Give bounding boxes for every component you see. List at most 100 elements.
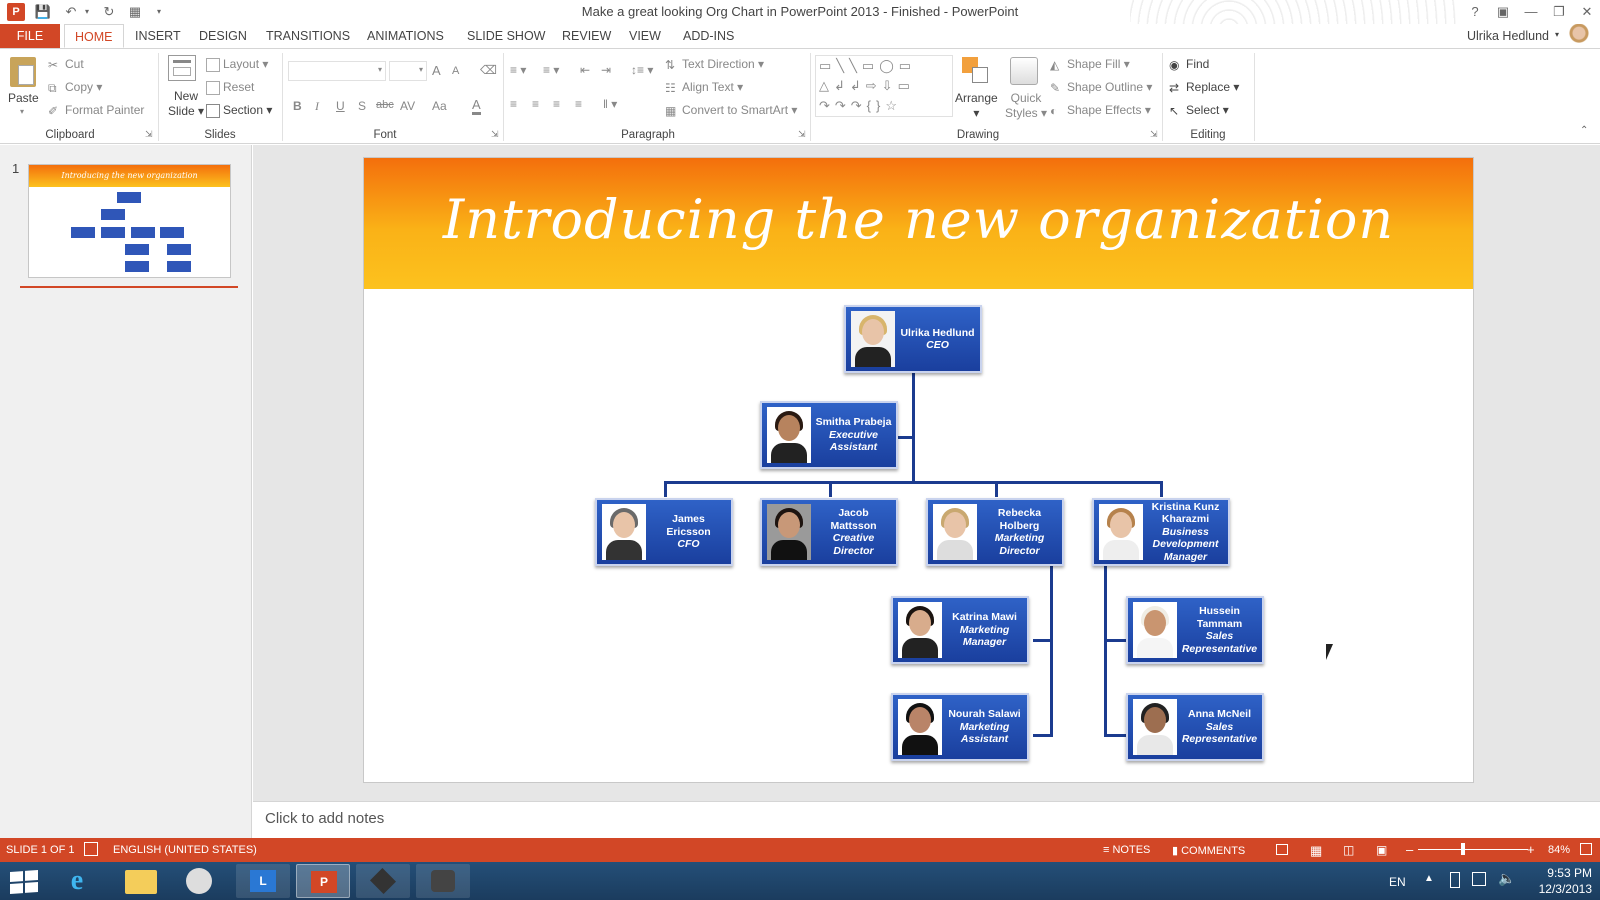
org-card-marketing-director[interactable]: Rebecka Holberg Marketing Director [926, 498, 1064, 566]
tab-review[interactable]: REVIEW [552, 24, 621, 48]
shape-effects-button[interactable]: ◐ Shape Effects ▾ [1050, 103, 1151, 118]
bullets-icon[interactable]: ≡ ▾ [510, 63, 526, 77]
font-size-box[interactable]: ▾ [389, 61, 427, 81]
save-icon[interactable]: 💾 [34, 3, 52, 21]
align-center-icon[interactable]: ≡ [532, 97, 539, 111]
clock-time[interactable]: 9:53 PM [1534, 866, 1592, 880]
zoom-level[interactable]: 84% [1548, 844, 1570, 856]
quick-styles-button[interactable]: Quick Styles ▾ [1005, 91, 1047, 121]
text-shadow-button[interactable]: S [358, 99, 366, 113]
video-app-taskbar-button[interactable] [356, 864, 410, 898]
collapse-ribbon-icon[interactable]: ⌃ [1580, 125, 1588, 136]
lync-taskbar-button[interactable]: L [236, 864, 290, 898]
columns-icon[interactable]: ‖ ▾ [603, 97, 617, 111]
clock-date[interactable]: 12/3/2013 [1526, 882, 1592, 896]
start-from-beginning-icon[interactable]: ▦ [126, 3, 144, 21]
align-left-icon[interactable]: ≡ [510, 97, 517, 111]
tab-add-ins[interactable]: ADD-INS [673, 24, 744, 48]
zoom-in-button[interactable]: + [1527, 842, 1535, 857]
org-card-business-development[interactable]: Kristina Kunz Kharazmi Business Developme… [1092, 498, 1230, 566]
drawing-launcher-icon[interactable]: ⇲ [1150, 129, 1158, 140]
underline-button[interactable]: U [336, 99, 345, 113]
section-button[interactable]: Section ▾ [206, 103, 272, 118]
comments-toggle[interactable]: ▮ COMMENTS [1172, 844, 1245, 857]
font-name-box[interactable]: ▾ [288, 61, 386, 81]
format-painter-button[interactable]: ✐ Format Painter [48, 103, 144, 118]
cut-button[interactable]: ✂ Cut [48, 57, 84, 72]
quick-styles-icon[interactable] [1010, 57, 1038, 85]
grow-font-button[interactable]: A [432, 63, 441, 78]
new-slide-icon[interactable] [168, 55, 196, 81]
internet-explorer-icon[interactable]: e [62, 866, 92, 896]
minimize-icon[interactable]: — [1522, 3, 1540, 21]
paragraph-launcher-icon[interactable]: ⇲ [798, 129, 806, 140]
redo-icon[interactable]: ↻ [100, 3, 118, 21]
change-case-button[interactable]: Aa [432, 99, 447, 113]
tab-file[interactable]: FILE [0, 24, 60, 48]
text-direction-button[interactable]: ⇅ Text Direction ▾ [665, 57, 764, 72]
reading-view-icon[interactable]: ◫ [1343, 843, 1354, 857]
device-icon[interactable] [1450, 872, 1460, 888]
powerpoint-logo-icon[interactable]: P [7, 3, 25, 21]
notes-placeholder[interactable]: Click to add notes [265, 810, 384, 827]
windows-start-icon[interactable] [10, 870, 38, 894]
layout-button[interactable]: Layout ▾ [206, 57, 268, 72]
new-slide-button[interactable]: New Slide ▾ [168, 89, 204, 119]
input-language[interactable]: EN [1389, 875, 1406, 889]
tab-view[interactable]: VIEW [619, 24, 671, 48]
spelling-check-icon[interactable] [84, 842, 98, 856]
shapes-gallery[interactable]: ▭╲╲▭◯▭ △↲↲⇨⇩▭ ↷↷↷{}☆ [815, 55, 953, 117]
zoom-slider-thumb[interactable] [1461, 843, 1465, 855]
org-card-creative-director[interactable]: Jacob Mattsson Creative Director [760, 498, 898, 566]
font-color-button[interactable]: A [472, 97, 481, 115]
customize-qat-icon[interactable]: ▾ [150, 3, 168, 21]
org-card-marketing-assistant[interactable]: Nourah Salawi Marketing Assistant [891, 693, 1029, 761]
shape-outline-button[interactable]: ✎ Shape Outline ▾ [1050, 80, 1152, 95]
shape-fill-button[interactable]: ◭ Shape Fill ▾ [1050, 57, 1130, 72]
network-icon[interactable] [1472, 872, 1486, 886]
replace-button[interactable]: ⇄ Replace ▾ [1169, 80, 1239, 95]
slide-canvas[interactable]: Introducing the new organization Ulrika … [363, 157, 1474, 783]
slide-sorter-icon[interactable]: ▦ [1310, 843, 1322, 859]
powerpoint-taskbar-button[interactable]: P [296, 864, 350, 898]
justify-icon[interactable]: ≡ [575, 97, 582, 111]
recorder-app-taskbar-button[interactable] [416, 864, 470, 898]
undo-dropdown-icon[interactable]: ▾ [78, 3, 96, 21]
tab-transitions[interactable]: TRANSITIONS [256, 24, 360, 48]
zoom-slider-track[interactable] [1418, 849, 1528, 850]
org-card-ceo[interactable]: Ulrika Hedlund CEO [844, 305, 982, 373]
copy-button[interactable]: ⧉ Copy ▾ [48, 80, 102, 95]
shrink-font-button[interactable]: A [452, 65, 459, 77]
user-dropdown-icon[interactable]: ▾ [1555, 30, 1559, 39]
ribbon-display-options-icon[interactable]: ▣ [1494, 3, 1512, 21]
slide-thumbnail[interactable]: Introducing the new organization [28, 164, 231, 278]
close-icon[interactable]: ✕ [1578, 3, 1596, 21]
org-card-marketing-manager[interactable]: Katrina Mawi Marketing Manager [891, 596, 1029, 664]
select-button[interactable]: ↖ Select ▾ [1169, 103, 1229, 118]
paste-button[interactable]: Paste [8, 91, 39, 105]
tab-design[interactable]: DESIGN [189, 24, 257, 48]
tab-animations[interactable]: ANIMATIONS [357, 24, 454, 48]
clipboard-launcher-icon[interactable]: ⇲ [145, 129, 153, 140]
org-card-cfo[interactable]: James Ericsson CFO [595, 498, 733, 566]
notes-pane[interactable]: Click to add notes [253, 801, 1600, 838]
slideshow-view-icon[interactable]: ▣ [1376, 843, 1387, 857]
italic-button[interactable]: I [315, 99, 319, 114]
org-card-executive-assistant[interactable]: Smitha Prabeja Executive Assistant [760, 401, 898, 469]
character-spacing-button[interactable]: AV [400, 99, 415, 113]
notes-toggle[interactable]: ≡ NOTES [1103, 844, 1150, 856]
strikethrough-button[interactable]: abc [376, 99, 394, 111]
paste-icon[interactable] [10, 57, 36, 87]
find-button[interactable]: ◉ Find [1169, 57, 1209, 72]
convert-smartart-button[interactable]: ▦ Convert to SmartArt ▾ [665, 103, 797, 118]
slide-count[interactable]: SLIDE 1 OF 1 [6, 844, 74, 856]
user-name[interactable]: Ulrika Hedlund [1467, 29, 1549, 43]
normal-view-icon[interactable] [1276, 844, 1288, 855]
volume-icon[interactable]: 🔈 [1498, 870, 1515, 887]
help-icon[interactable]: ? [1466, 3, 1484, 21]
fit-to-window-icon[interactable] [1580, 843, 1592, 855]
restore-icon[interactable]: ❐ [1550, 3, 1568, 21]
paste-dropdown-icon[interactable]: ▾ [20, 107, 24, 116]
tab-home[interactable]: HOME [64, 24, 124, 48]
clear-formatting-icon[interactable]: ⌫ [480, 63, 497, 77]
